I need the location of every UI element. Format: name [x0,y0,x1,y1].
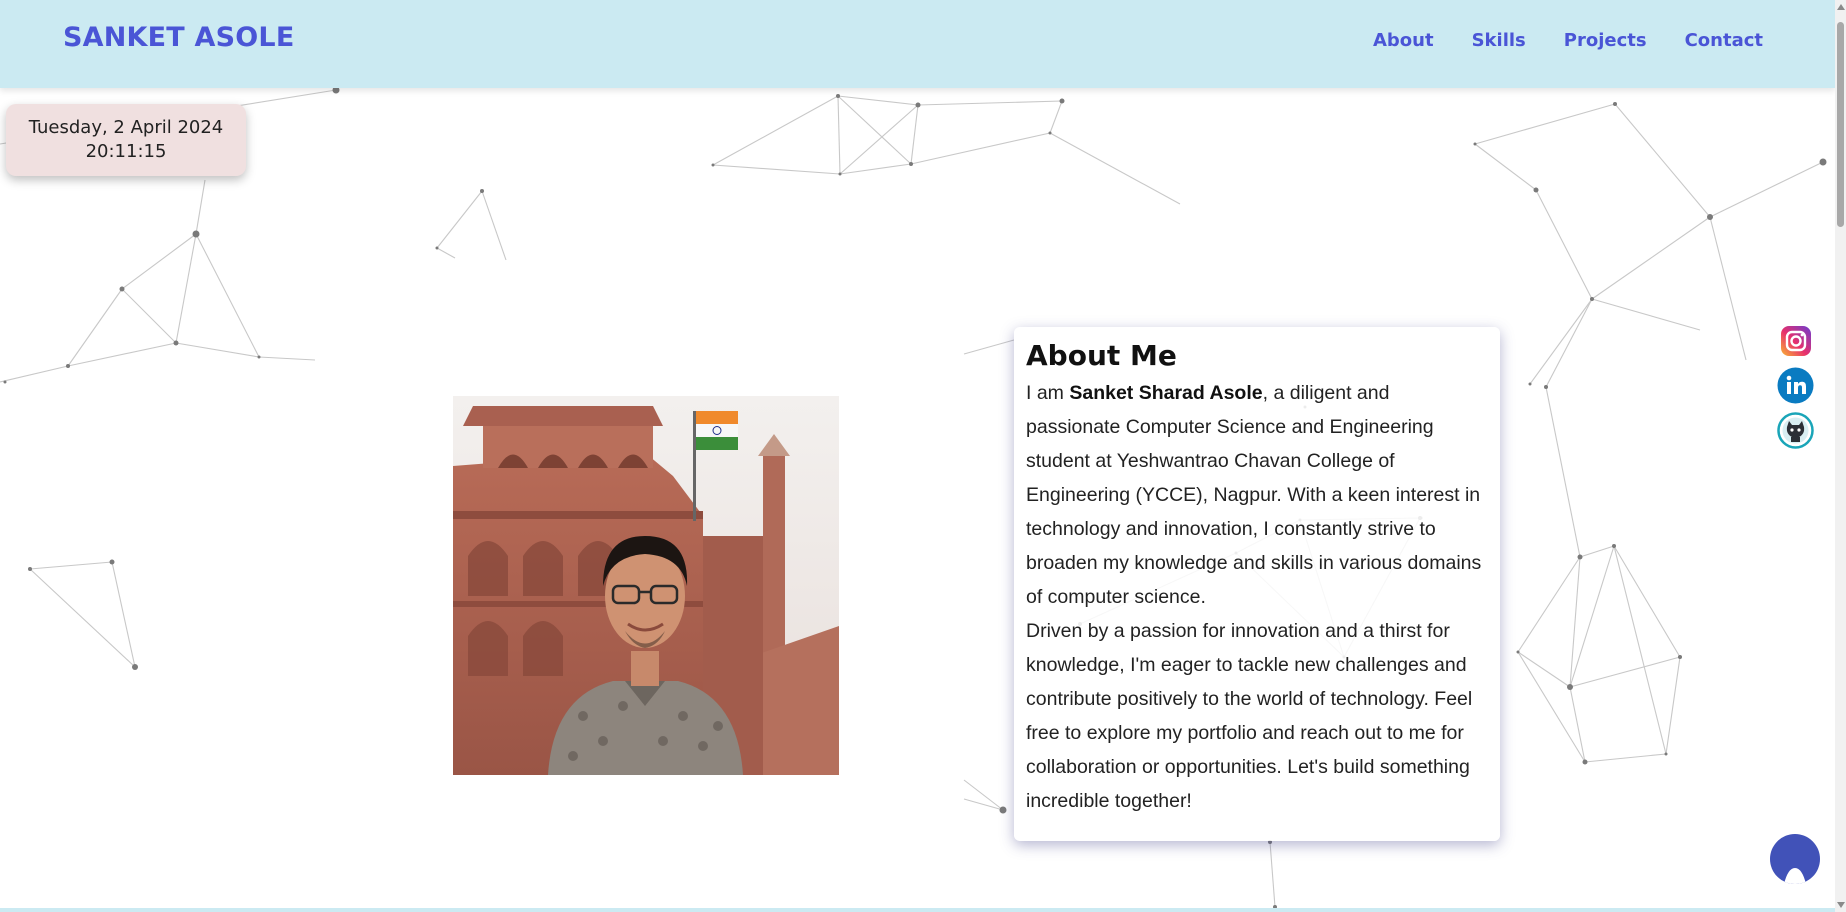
chat-icon [1784,868,1806,884]
datetime-widget: Tuesday, 2 April 2024 20:11:15 [6,104,246,176]
instagram-icon[interactable] [1777,322,1814,359]
scroll-up-icon[interactable] [1837,4,1845,10]
about-name: Sanket Sharad Asole [1069,382,1263,404]
about-card: About Me I am Sanket Sharad Asole, a dil… [1014,327,1500,841]
current-date: Tuesday, 2 April 2024 [28,117,224,138]
current-time: 20:11:15 [85,141,167,162]
scrollbar-thumb[interactable] [1837,22,1844,227]
linkedin-icon[interactable] [1777,367,1814,404]
main-nav: About Skills Projects Contact [1373,30,1763,51]
portfolio-page: SANKET ASOLE About Skills Projects Conta… [0,0,1846,912]
github-icon[interactable] [1777,412,1814,449]
about-title: About Me [1026,339,1177,372]
background-network [0,86,1827,909]
chat-launcher-button[interactable] [1770,834,1820,884]
nav-about[interactable]: About [1373,30,1434,51]
nav-skills[interactable]: Skills [1472,30,1526,51]
site-brand[interactable]: SANKET ASOLE [63,22,294,53]
site-header: SANKET ASOLE About Skills Projects Conta… [0,0,1835,88]
nav-projects[interactable]: Projects [1564,30,1647,51]
social-links [1777,322,1814,449]
profile-photo [453,396,839,775]
about-paragraph-1: I am Sanket Sharad Asole, a diligent and… [1026,376,1488,614]
about-paragraph-2: Driven by a passion for innovation and a… [1026,620,1473,812]
scroll-down-icon[interactable] [1837,902,1845,908]
bottom-strip [0,908,1835,912]
about-intro-prefix: I am [1026,382,1070,404]
page-scrollbar[interactable] [1835,0,1846,912]
about-intro-rest: , a diligent and passionate Computer Sci… [1026,382,1482,608]
nav-contact[interactable]: Contact [1685,30,1763,51]
